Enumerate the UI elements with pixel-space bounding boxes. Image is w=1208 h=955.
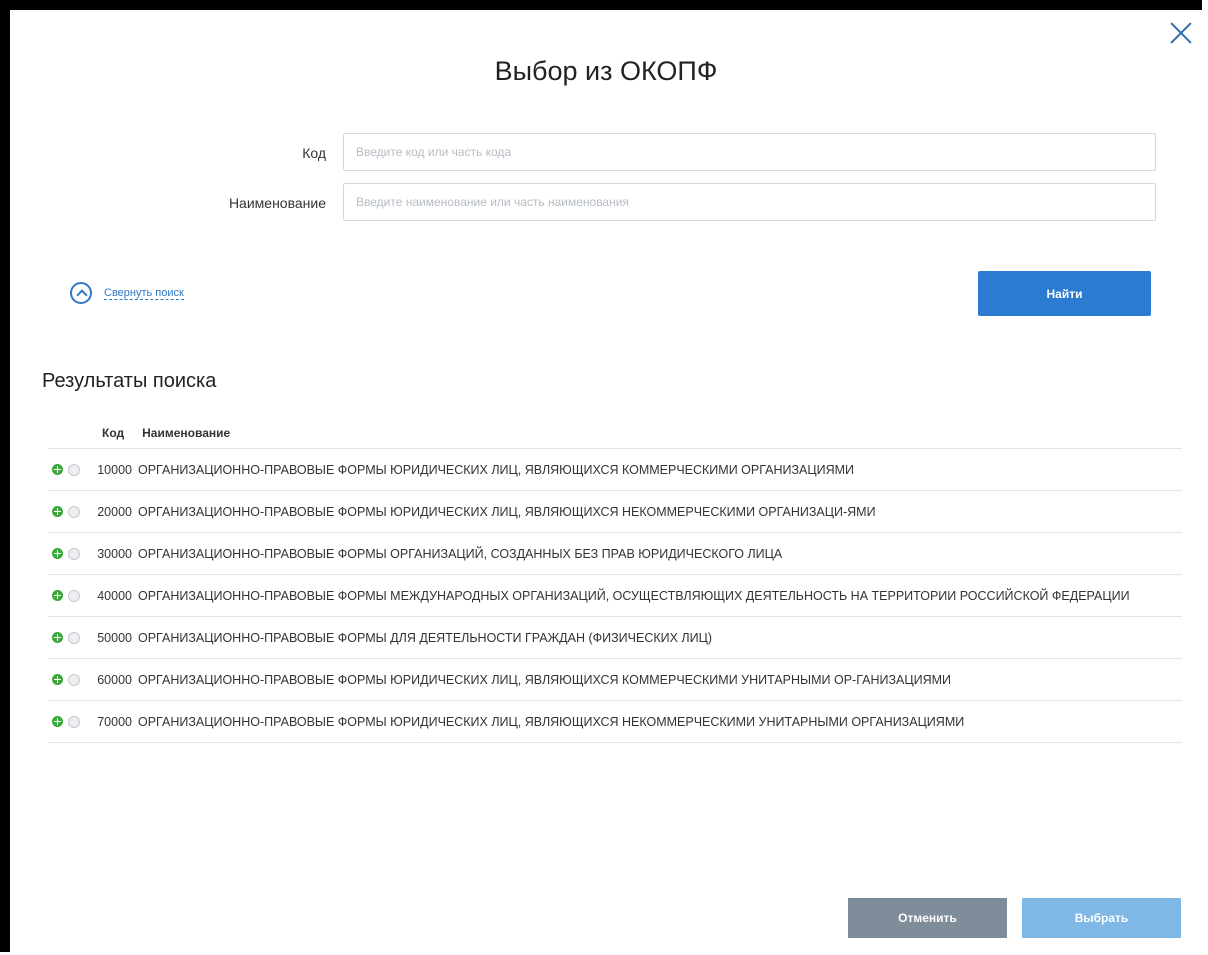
column-header-code: Код bbox=[102, 426, 125, 440]
table-header: Код Наименование bbox=[102, 426, 230, 440]
expand-icon[interactable] bbox=[52, 632, 63, 643]
row-code: 30000 bbox=[97, 547, 132, 561]
expand-icon[interactable] bbox=[52, 674, 63, 685]
select-radio[interactable] bbox=[68, 674, 80, 686]
expand-icon[interactable] bbox=[52, 506, 63, 517]
okopf-dialog: Выбор из ОКОПФ Код Наименование Свернуть… bbox=[10, 10, 1202, 955]
table-row: 70000 ОРГАНИЗАЦИОННО-ПРАВОВЫЕ ФОРМЫ ЮРИД… bbox=[48, 701, 1182, 743]
column-header-name: Наименование bbox=[142, 426, 231, 440]
row-code: 40000 bbox=[97, 589, 132, 603]
table-row: 40000 ОРГАНИЗАЦИОННО-ПРАВОВЫЕ ФОРМЫ МЕЖД… bbox=[48, 575, 1182, 617]
table-row: 60000 ОРГАНИЗАЦИОННО-ПРАВОВЫЕ ФОРМЫ ЮРИД… bbox=[48, 659, 1182, 701]
name-input[interactable] bbox=[343, 183, 1156, 221]
code-input[interactable] bbox=[343, 133, 1156, 171]
collapse-search-label: Свернуть поиск bbox=[104, 286, 184, 300]
select-radio[interactable] bbox=[68, 548, 80, 560]
close-icon[interactable] bbox=[1166, 18, 1196, 48]
row-name: ОРГАНИЗАЦИОННО-ПРАВОВЫЕ ФОРМЫ МЕЖДУНАРОД… bbox=[138, 589, 1130, 603]
choose-button[interactable]: Выбрать bbox=[1022, 898, 1181, 938]
row-code: 70000 bbox=[97, 715, 132, 729]
results-table: 10000 ОРГАНИЗАЦИОННО-ПРАВОВЫЕ ФОРМЫ ЮРИД… bbox=[48, 448, 1182, 743]
row-code: 20000 bbox=[97, 505, 132, 519]
row-name: ОРГАНИЗАЦИОННО-ПРАВОВЫЕ ФОРМЫ ЮРИДИЧЕСКИ… bbox=[138, 463, 855, 477]
row-name: ОРГАНИЗАЦИОННО-ПРАВОВЫЕ ФОРМЫ ЮРИДИЧЕСКИ… bbox=[138, 715, 965, 729]
expand-icon[interactable] bbox=[52, 548, 63, 559]
table-row: 10000 ОРГАНИЗАЦИОННО-ПРАВОВЫЕ ФОРМЫ ЮРИД… bbox=[48, 449, 1182, 491]
results-title: Результаты поиска bbox=[42, 370, 217, 392]
row-name: ОРГАНИЗАЦИОННО-ПРАВОВЫЕ ФОРМЫ ДЛЯ ДЕЯТЕЛ… bbox=[138, 631, 713, 645]
row-code: 50000 bbox=[97, 631, 132, 645]
expand-icon[interactable] bbox=[52, 590, 63, 601]
table-row: 30000 ОРГАНИЗАЦИОННО-ПРАВОВЫЕ ФОРМЫ ОРГА… bbox=[48, 533, 1182, 575]
row-code: 10000 bbox=[97, 463, 132, 477]
select-radio[interactable] bbox=[68, 464, 80, 476]
row-name: ОРГАНИЗАЦИОННО-ПРАВОВЫЕ ФОРМЫ ЮРИДИЧЕСКИ… bbox=[138, 505, 876, 519]
expand-icon[interactable] bbox=[52, 464, 63, 475]
select-radio[interactable] bbox=[68, 590, 80, 602]
table-row: 20000 ОРГАНИЗАЦИОННО-ПРАВОВЫЕ ФОРМЫ ЮРИД… bbox=[48, 491, 1182, 533]
row-name: ОРГАНИЗАЦИОННО-ПРАВОВЫЕ ФОРМЫ ОРГАНИЗАЦИ… bbox=[138, 547, 783, 561]
find-button[interactable]: Найти bbox=[978, 271, 1151, 316]
select-radio[interactable] bbox=[68, 716, 80, 728]
collapse-search-link[interactable]: Свернуть поиск bbox=[70, 282, 184, 304]
expand-icon[interactable] bbox=[52, 716, 63, 727]
table-row: 50000 ОРГАНИЗАЦИОННО-ПРАВОВЫЕ ФОРМЫ ДЛЯ … bbox=[48, 617, 1182, 659]
chevron-up-icon bbox=[70, 282, 92, 304]
name-label: Наименование bbox=[228, 195, 326, 211]
select-radio[interactable] bbox=[68, 506, 80, 518]
row-name: ОРГАНИЗАЦИОННО-ПРАВОВЫЕ ФОРМЫ ЮРИДИЧЕСКИ… bbox=[138, 673, 952, 687]
select-radio[interactable] bbox=[68, 632, 80, 644]
code-label: Код bbox=[302, 145, 326, 161]
row-code: 60000 bbox=[97, 673, 132, 687]
dialog-title: Выбор из ОКОПФ bbox=[494, 56, 718, 86]
cancel-button[interactable]: Отменить bbox=[848, 898, 1007, 938]
